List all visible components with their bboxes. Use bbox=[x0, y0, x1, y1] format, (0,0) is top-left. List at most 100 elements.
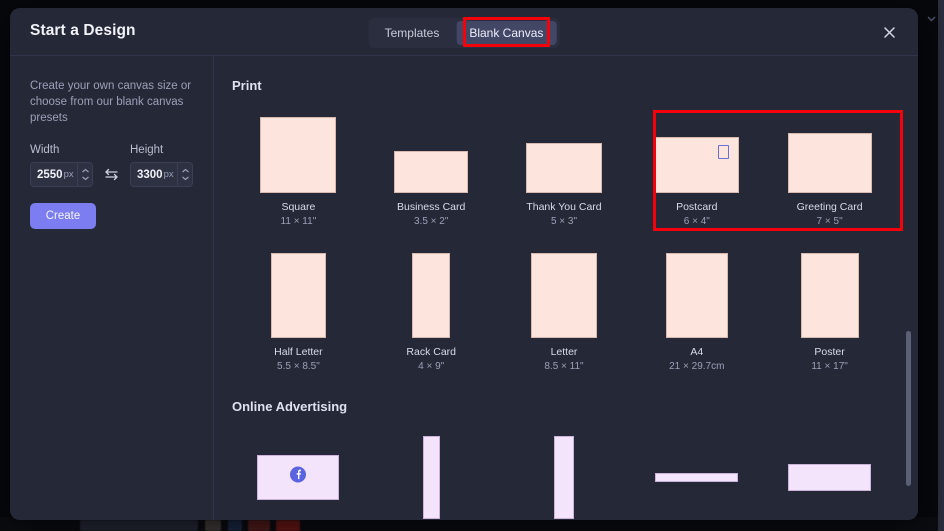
scrollbar-thumb[interactable] bbox=[906, 331, 911, 486]
preset-thumbnail bbox=[787, 133, 872, 193]
preset-name: A4 bbox=[690, 346, 704, 358]
height-label: Height bbox=[130, 144, 164, 156]
start-a-design-dialog: Start a Design Templates Blank Canvas Cr… bbox=[10, 8, 918, 520]
preset-thumbnail-box bbox=[787, 101, 872, 193]
width-unit: px bbox=[63, 169, 74, 180]
preset-thumbnail-box bbox=[394, 101, 469, 193]
preset-name: Business Card bbox=[397, 201, 466, 213]
tab-bar: Templates Blank Canvas bbox=[368, 18, 560, 48]
preset-thumbnail bbox=[654, 137, 739, 193]
screen: Start a Design Templates Blank Canvas Cr… bbox=[0, 0, 944, 531]
page-title: Start a Design bbox=[30, 22, 136, 39]
sidebar-description: Create your own canvas size or choose fr… bbox=[30, 80, 192, 124]
preset-size: 7 × 5" bbox=[816, 216, 843, 227]
height-field-group: Height 3300 px bbox=[130, 144, 193, 187]
preset-thumbnail bbox=[665, 253, 728, 338]
width-field-group: Width 2550 px bbox=[30, 144, 93, 187]
taskbar-item[interactable] bbox=[80, 520, 198, 531]
preset-thumbnail-box bbox=[412, 246, 451, 338]
preset-thumbnail bbox=[553, 435, 574, 519]
preset-size: 11 × 11" bbox=[280, 216, 317, 227]
preset-card[interactable]: Postcard 6 × 4" bbox=[630, 101, 763, 232]
height-stepper[interactable] bbox=[177, 163, 190, 186]
chevron-up-icon bbox=[182, 168, 189, 173]
preset-thumbnail bbox=[525, 143, 602, 193]
dialog-header: Start a Design Templates Blank Canvas bbox=[10, 8, 918, 56]
preset-name: Poster bbox=[814, 346, 845, 358]
width-value: 2550 bbox=[37, 168, 63, 181]
height-value: 3300 bbox=[137, 168, 163, 181]
taskbar-item[interactable] bbox=[248, 520, 270, 531]
preset-card[interactable]: A4 21 × 29.7cm bbox=[630, 246, 763, 377]
section-title-print: Print bbox=[232, 78, 262, 93]
preset-card[interactable]: Poster 11 × 17" bbox=[763, 246, 896, 377]
preset-name: Half Letter bbox=[274, 346, 323, 358]
preset-card[interactable] bbox=[365, 422, 498, 520]
tab-blank-canvas[interactable]: Blank Canvas bbox=[456, 21, 557, 45]
preset-card[interactable]: Business Card 3.5 × 2" bbox=[365, 101, 498, 232]
window-edge-strip bbox=[938, 0, 944, 531]
chevron-down-icon[interactable] bbox=[923, 10, 939, 26]
preset-card[interactable]: Thank You Card 5 × 3" bbox=[498, 101, 631, 232]
preset-size: 5 × 3" bbox=[550, 216, 578, 227]
tab-templates[interactable]: Templates bbox=[372, 21, 453, 45]
chevron-up-icon bbox=[82, 168, 89, 173]
preset-thumbnail bbox=[788, 463, 872, 491]
preset-card[interactable]: Letter 8.5 × 11" bbox=[498, 246, 631, 377]
preset-card[interactable] bbox=[763, 422, 896, 520]
preset-thumbnail bbox=[270, 253, 326, 338]
preset-name: Thank You Card bbox=[526, 201, 602, 213]
preset-name: Greeting Card bbox=[796, 201, 863, 213]
preset-thumbnail-box bbox=[260, 101, 337, 193]
width-label: Width bbox=[30, 144, 60, 156]
preset-thumbnail-box bbox=[800, 246, 859, 338]
vertical-scrollbar[interactable] bbox=[903, 56, 913, 520]
preset-row bbox=[232, 422, 896, 520]
stamp-icon bbox=[717, 145, 729, 159]
preset-thumbnail-box bbox=[654, 101, 739, 193]
preset-card[interactable] bbox=[232, 422, 365, 520]
preset-card[interactable]: Square 11 × 11" bbox=[232, 101, 365, 232]
preset-size: 4 × 9" bbox=[418, 361, 445, 372]
preset-thumbnail bbox=[257, 454, 340, 500]
preset-size: 5.5 × 8.5" bbox=[277, 361, 320, 372]
preset-card[interactable]: Half Letter 5.5 × 8.5" bbox=[232, 246, 365, 377]
preset-thumbnail bbox=[800, 253, 859, 338]
create-button[interactable]: Create bbox=[30, 203, 96, 229]
preset-thumbnail-box bbox=[530, 246, 597, 338]
height-input[interactable]: 3300 px bbox=[130, 162, 193, 187]
swap-horizontal-icon[interactable] bbox=[101, 162, 122, 187]
preset-name: Letter bbox=[550, 346, 578, 358]
dialog-body: Create your own canvas size or choose fr… bbox=[10, 56, 918, 520]
preset-thumbnail bbox=[412, 253, 451, 338]
preset-card[interactable]: Rack Card 4 × 9" bbox=[365, 246, 498, 377]
section-title-advertising: Online Advertising bbox=[232, 399, 348, 414]
preset-name: Postcard bbox=[676, 201, 718, 213]
size-fields: Width 2550 px Height 3300 px bbox=[30, 144, 193, 187]
close-icon[interactable] bbox=[878, 21, 900, 43]
width-input[interactable]: 2550 px bbox=[30, 162, 93, 187]
preset-thumbnail bbox=[260, 117, 337, 193]
preset-thumbnail-box bbox=[665, 246, 728, 338]
height-unit: px bbox=[163, 169, 174, 180]
preset-size: 3.5 × 2" bbox=[413, 216, 449, 227]
preset-thumbnail bbox=[394, 151, 469, 193]
preset-card[interactable] bbox=[498, 422, 631, 520]
preset-size: 21 × 29.7cm bbox=[669, 361, 725, 372]
preset-card[interactable]: Greeting Card 7 × 5" bbox=[763, 101, 896, 232]
preset-row: Half Letter 5.5 × 8.5" Rack Card 4 × 9" Lett… bbox=[232, 246, 896, 377]
taskbar-item[interactable] bbox=[205, 520, 221, 531]
width-stepper[interactable] bbox=[77, 163, 90, 186]
preset-thumbnail bbox=[655, 472, 739, 482]
preset-name: Rack Card bbox=[406, 346, 456, 358]
preset-row: Square 11 × 11" Business Card 3.5 × 2" Thank… bbox=[232, 101, 896, 232]
taskbar-item[interactable] bbox=[276, 520, 300, 531]
taskbar-item[interactable] bbox=[228, 520, 242, 531]
chevron-down-icon bbox=[82, 176, 89, 181]
preset-thumbnail-box bbox=[270, 246, 326, 338]
preset-size: 8.5 × 11" bbox=[544, 361, 584, 372]
custom-size-sidebar: Create your own canvas size or choose fr… bbox=[10, 56, 214, 520]
chevron-down-icon bbox=[182, 176, 189, 181]
preset-thumbnail-box bbox=[525, 101, 602, 193]
preset-card[interactable] bbox=[630, 422, 763, 520]
